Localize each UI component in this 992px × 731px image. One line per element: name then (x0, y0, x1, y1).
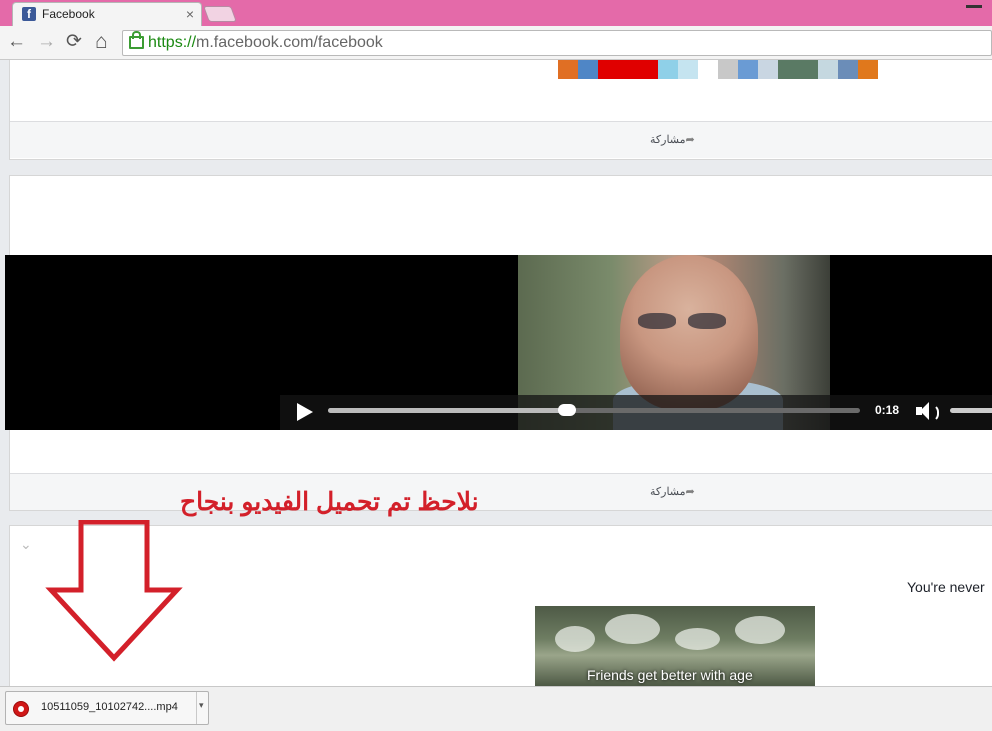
share-label: مشاركة (650, 486, 686, 498)
video-controls: 0:18 (280, 395, 992, 430)
forward-button[interactable]: → (37, 30, 56, 54)
seek-handle[interactable] (558, 404, 577, 416)
post-card: ➦مشاركة (9, 60, 992, 160)
video-time: 0:18 (875, 403, 900, 417)
share-button[interactable]: ➦مشاركة (650, 133, 698, 146)
share-icon: ➦ (685, 134, 695, 146)
reload-button[interactable]: ⟳ (66, 30, 82, 54)
image-tile (698, 60, 718, 79)
url-host-path: m.facebook.com/facebook (196, 34, 383, 51)
image-tile (798, 60, 818, 79)
annotation-text: نلاحظ تم تحميل الفيديو بنجاح (180, 488, 479, 516)
url-scheme: https:// (148, 34, 197, 51)
share-label: مشاركة (650, 134, 686, 146)
image-tile (718, 60, 738, 79)
image-tile (578, 60, 598, 79)
tab-title: Facebook (42, 7, 95, 21)
back-button[interactable]: ← (7, 30, 26, 54)
browser-toolbar: ← → ⟳ ⌂ https://m.facebook.com/facebook (0, 26, 992, 60)
annotation-arrow-icon (45, 520, 183, 662)
share-icon: ➦ (685, 486, 695, 498)
url-text: https://m.facebook.com/facebook (148, 34, 383, 52)
home-button[interactable]: ⌂ (95, 30, 108, 54)
tab-facebook[interactable]: f Facebook × (12, 2, 202, 27)
image-tile (678, 60, 698, 79)
chevron-down-icon[interactable]: ⌄ (20, 536, 32, 553)
image-tile (618, 60, 638, 79)
share-button[interactable]: ➦مشاركة (650, 485, 698, 498)
post-action-bar: ➦مشاركة (10, 473, 992, 510)
image-tile (598, 60, 618, 79)
image-tile (738, 60, 758, 79)
image-tile (818, 60, 838, 79)
volume-slider[interactable] (950, 408, 992, 413)
post-video-thumbnail[interactable]: Friends get better with age (535, 606, 815, 686)
image-tile (778, 60, 798, 79)
image-tile (658, 60, 678, 79)
tab-strip: f Facebook × (0, 0, 992, 27)
image-tile (758, 60, 778, 79)
download-file-name: 10511059_10102742....mp4 (41, 701, 178, 713)
image-tile (558, 60, 578, 79)
play-icon[interactable] (297, 403, 313, 421)
seek-bar[interactable] (328, 404, 860, 416)
post-image-strip[interactable] (558, 60, 878, 79)
new-tab-button[interactable] (203, 6, 237, 22)
close-tab-icon[interactable]: × (186, 6, 194, 22)
post-text: You're never (907, 579, 985, 595)
image-tile (858, 60, 878, 79)
volume-icon[interactable] (916, 401, 940, 422)
post-action-bar: ➦مشاركة (10, 121, 992, 158)
minimize-icon[interactable] (966, 5, 982, 8)
image-tile (838, 60, 858, 79)
facebook-favicon-icon: f (22, 7, 36, 21)
lock-icon (129, 31, 144, 49)
thumbnail-caption: Friends get better with age (587, 667, 753, 683)
chevron-down-icon[interactable]: ▾ (199, 700, 204, 711)
address-bar[interactable]: https://m.facebook.com/facebook (122, 30, 992, 56)
download-shelf: 10511059_10102742....mp4 ▾ (0, 686, 992, 731)
image-tile (638, 60, 658, 79)
video-player[interactable]: 0:18 (5, 255, 992, 430)
media-file-icon (13, 701, 29, 717)
download-item[interactable]: 10511059_10102742....mp4 ▾ (5, 691, 209, 725)
